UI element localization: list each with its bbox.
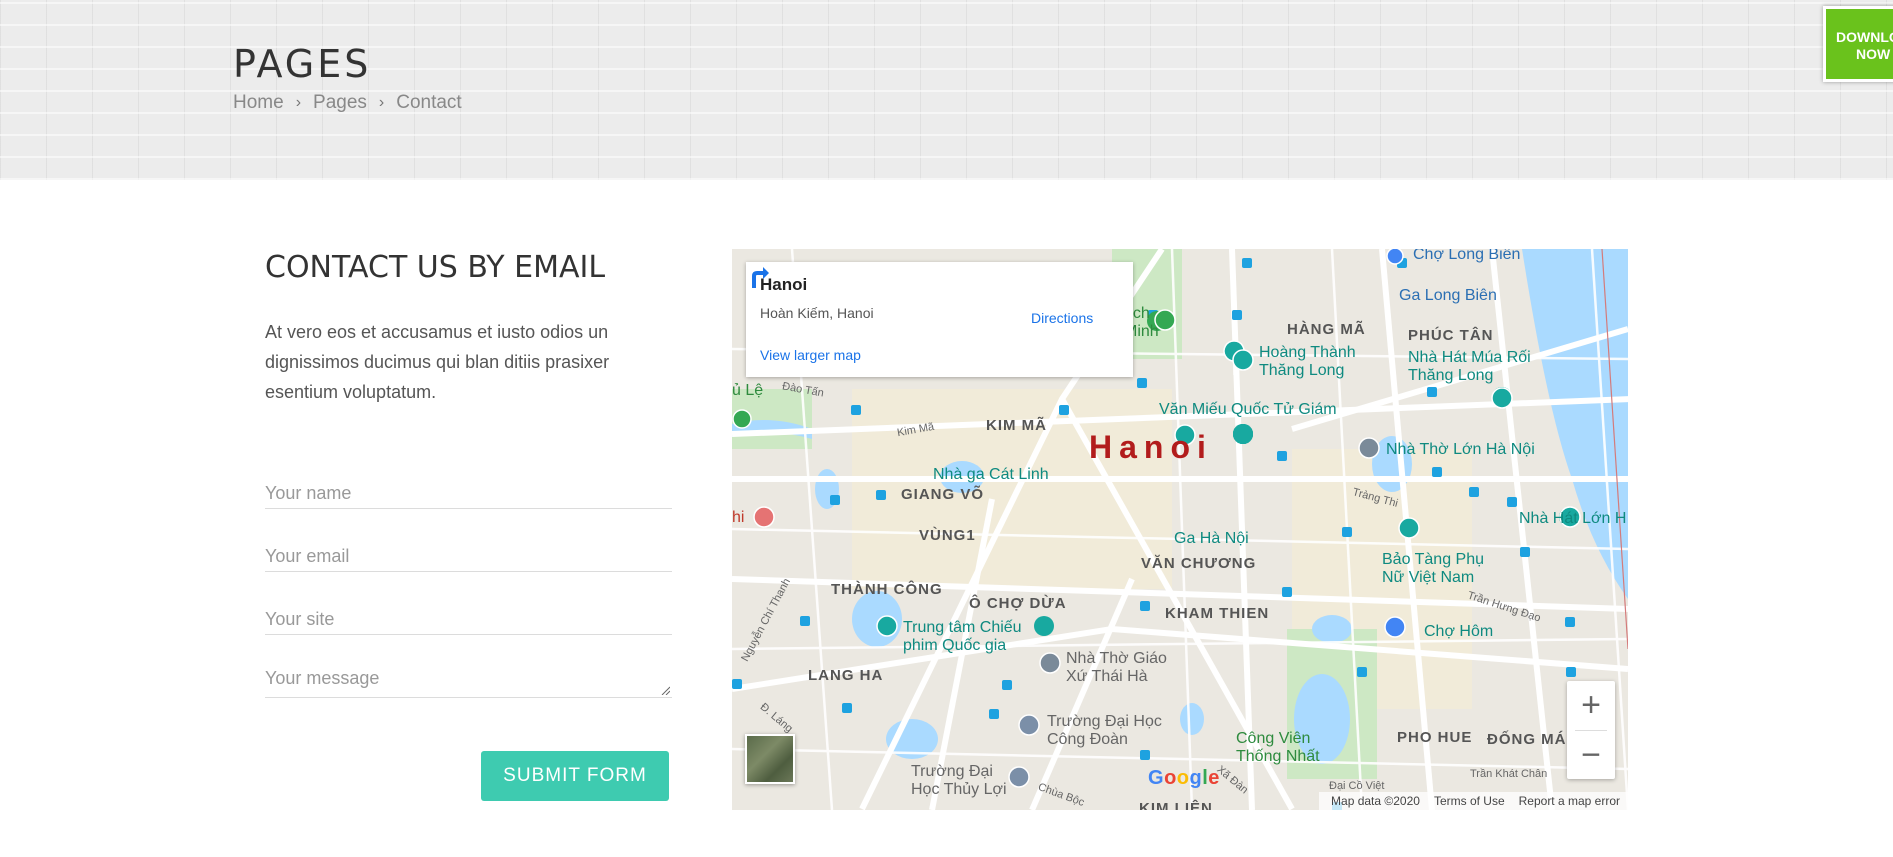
google-logo: Google	[1148, 767, 1220, 789]
breadcrumb-contact: Contact	[396, 92, 462, 113]
map-poi-label: Nhà Thờ Lớn Hà Nội	[1386, 441, 1535, 458]
map-info-card: Hanoi Hoàn Kiếm, Hanoi View larger map D…	[746, 262, 1133, 377]
map-street-label: Trần Khát Chân	[1470, 768, 1548, 780]
page-title: PAGES	[233, 42, 372, 86]
map-district-label: THÀNH CÔNG	[831, 581, 943, 598]
map-poi-label: hi	[732, 509, 745, 526]
email-field-wrapper	[265, 532, 672, 572]
download-label-line1: DOWNLOAD	[1836, 29, 1893, 45]
map-poi-label: Bảo Tàng Phụ Nữ Việt Nam	[1382, 551, 1485, 586]
contact-title: CONTACT US BY EMAIL	[265, 250, 606, 285]
breadcrumb-pages[interactable]: Pages	[313, 92, 367, 114]
chevron-right-icon: ›	[295, 94, 302, 111]
map-district-label: GIANG VÕ	[901, 486, 985, 503]
name-input[interactable]	[265, 469, 672, 508]
map-poi-label: Hoàng Thành Thăng Long	[1259, 344, 1356, 379]
map-district-label: ĐỐNG MÁ	[1487, 731, 1567, 748]
map-poi-label: Văn Miếu Quốc Tử Giám	[1159, 401, 1337, 418]
map-district-label: KIM MÃ	[986, 417, 1047, 434]
map-district-label: KIM LIÊN	[1139, 800, 1213, 810]
message-textarea[interactable]	[265, 658, 672, 697]
report-error-link[interactable]: Report a map error	[1519, 794, 1620, 810]
satellite-toggle[interactable]	[745, 734, 795, 784]
map-district-label: VĂN CHƯƠNG	[1141, 555, 1257, 572]
map-poi-label: tích Minh	[1124, 305, 1159, 340]
submit-form-button[interactable]: SUBMIT FORM	[481, 751, 669, 801]
map-poi-label: Nhà ga Cát Linh	[933, 466, 1049, 483]
map-attribution: Map data ©2020 Terms of Use Report a map…	[1319, 792, 1628, 810]
breadcrumb-home[interactable]: Home	[233, 92, 284, 114]
zoom-out-button[interactable]: −	[1567, 731, 1615, 779]
map-district-label: Ô CHỢ DỪA	[969, 595, 1067, 612]
map-poi-label: Ga Long Biên	[1399, 287, 1497, 304]
map-poi-label: Công Viên Thống Nhất	[1236, 730, 1320, 765]
breadcrumb: Home › Pages › Contact	[233, 92, 462, 114]
map-district-label: KHAM THIEN	[1165, 605, 1270, 622]
map-district-label: HÀNG MÃ	[1287, 321, 1366, 338]
map-poi-label: Chợ Hôm	[1424, 623, 1494, 640]
map-poi-label: Nhà Hát Múa Rối Thăng Long	[1408, 349, 1531, 384]
download-label-line2: NOW	[1856, 46, 1891, 62]
map-data-text: Map data ©2020	[1331, 794, 1420, 808]
map-city-label: Hanoi	[1089, 429, 1213, 465]
directions-icon[interactable]	[746, 262, 770, 288]
page-banner: PAGES Home › Pages › Contact	[0, 0, 1893, 180]
view-larger-map-link[interactable]: View larger map	[760, 347, 861, 363]
terms-of-use-link[interactable]: Terms of Use	[1434, 794, 1505, 810]
chevron-right-icon: ›	[378, 94, 385, 111]
map-poi-label: Ga Hà Nội	[1174, 530, 1249, 547]
zoom-controls: + −	[1567, 681, 1615, 779]
map-poi-label: Trung tâm Chiếu phim Quốc gia	[903, 619, 1022, 654]
map-poi-label: Trường Đại Học Công Đoàn	[1047, 713, 1162, 748]
email-input[interactable]	[265, 532, 672, 571]
zoom-in-button[interactable]: +	[1567, 681, 1615, 729]
map-poi-label: Chợ Long Biên	[1413, 249, 1521, 263]
resize-grip-icon[interactable]	[660, 685, 670, 695]
map-poi-label: Nhà Hát Lớn H	[1519, 510, 1627, 527]
map-poi-label: Nhà Thờ Giáo Xứ Thái Hà	[1066, 650, 1167, 685]
map-district-label: PHO HUE	[1397, 729, 1473, 746]
map-district-label: VÙNG1	[919, 527, 976, 544]
map-poi-label: Trường Đại Học Thủy Lợi	[911, 763, 1007, 798]
download-now-button[interactable]: DOWNLOAD NOW	[1823, 6, 1893, 82]
site-input[interactable]	[265, 595, 672, 634]
name-field-wrapper	[265, 469, 672, 509]
map-district-label: PHÚC TÂN	[1408, 327, 1494, 344]
site-field-wrapper	[265, 595, 672, 635]
map-poi-label: ủ Lệ	[732, 382, 764, 399]
info-address: Hoàn Kiếm, Hanoi	[760, 305, 874, 321]
contact-description: At vero eos et accusamus et iusto odios …	[265, 322, 610, 402]
map-street-label: Đại Cồ Việt	[1329, 780, 1385, 792]
message-field-wrapper	[265, 658, 672, 698]
map-district-label: LANG HA	[808, 667, 884, 684]
google-map[interactable]: Hanoi HÀNG MÃ PHÚC TÂN KIM MÃ GIANG VÕ V…	[732, 249, 1628, 810]
directions-link[interactable]: Directions	[1031, 310, 1093, 326]
